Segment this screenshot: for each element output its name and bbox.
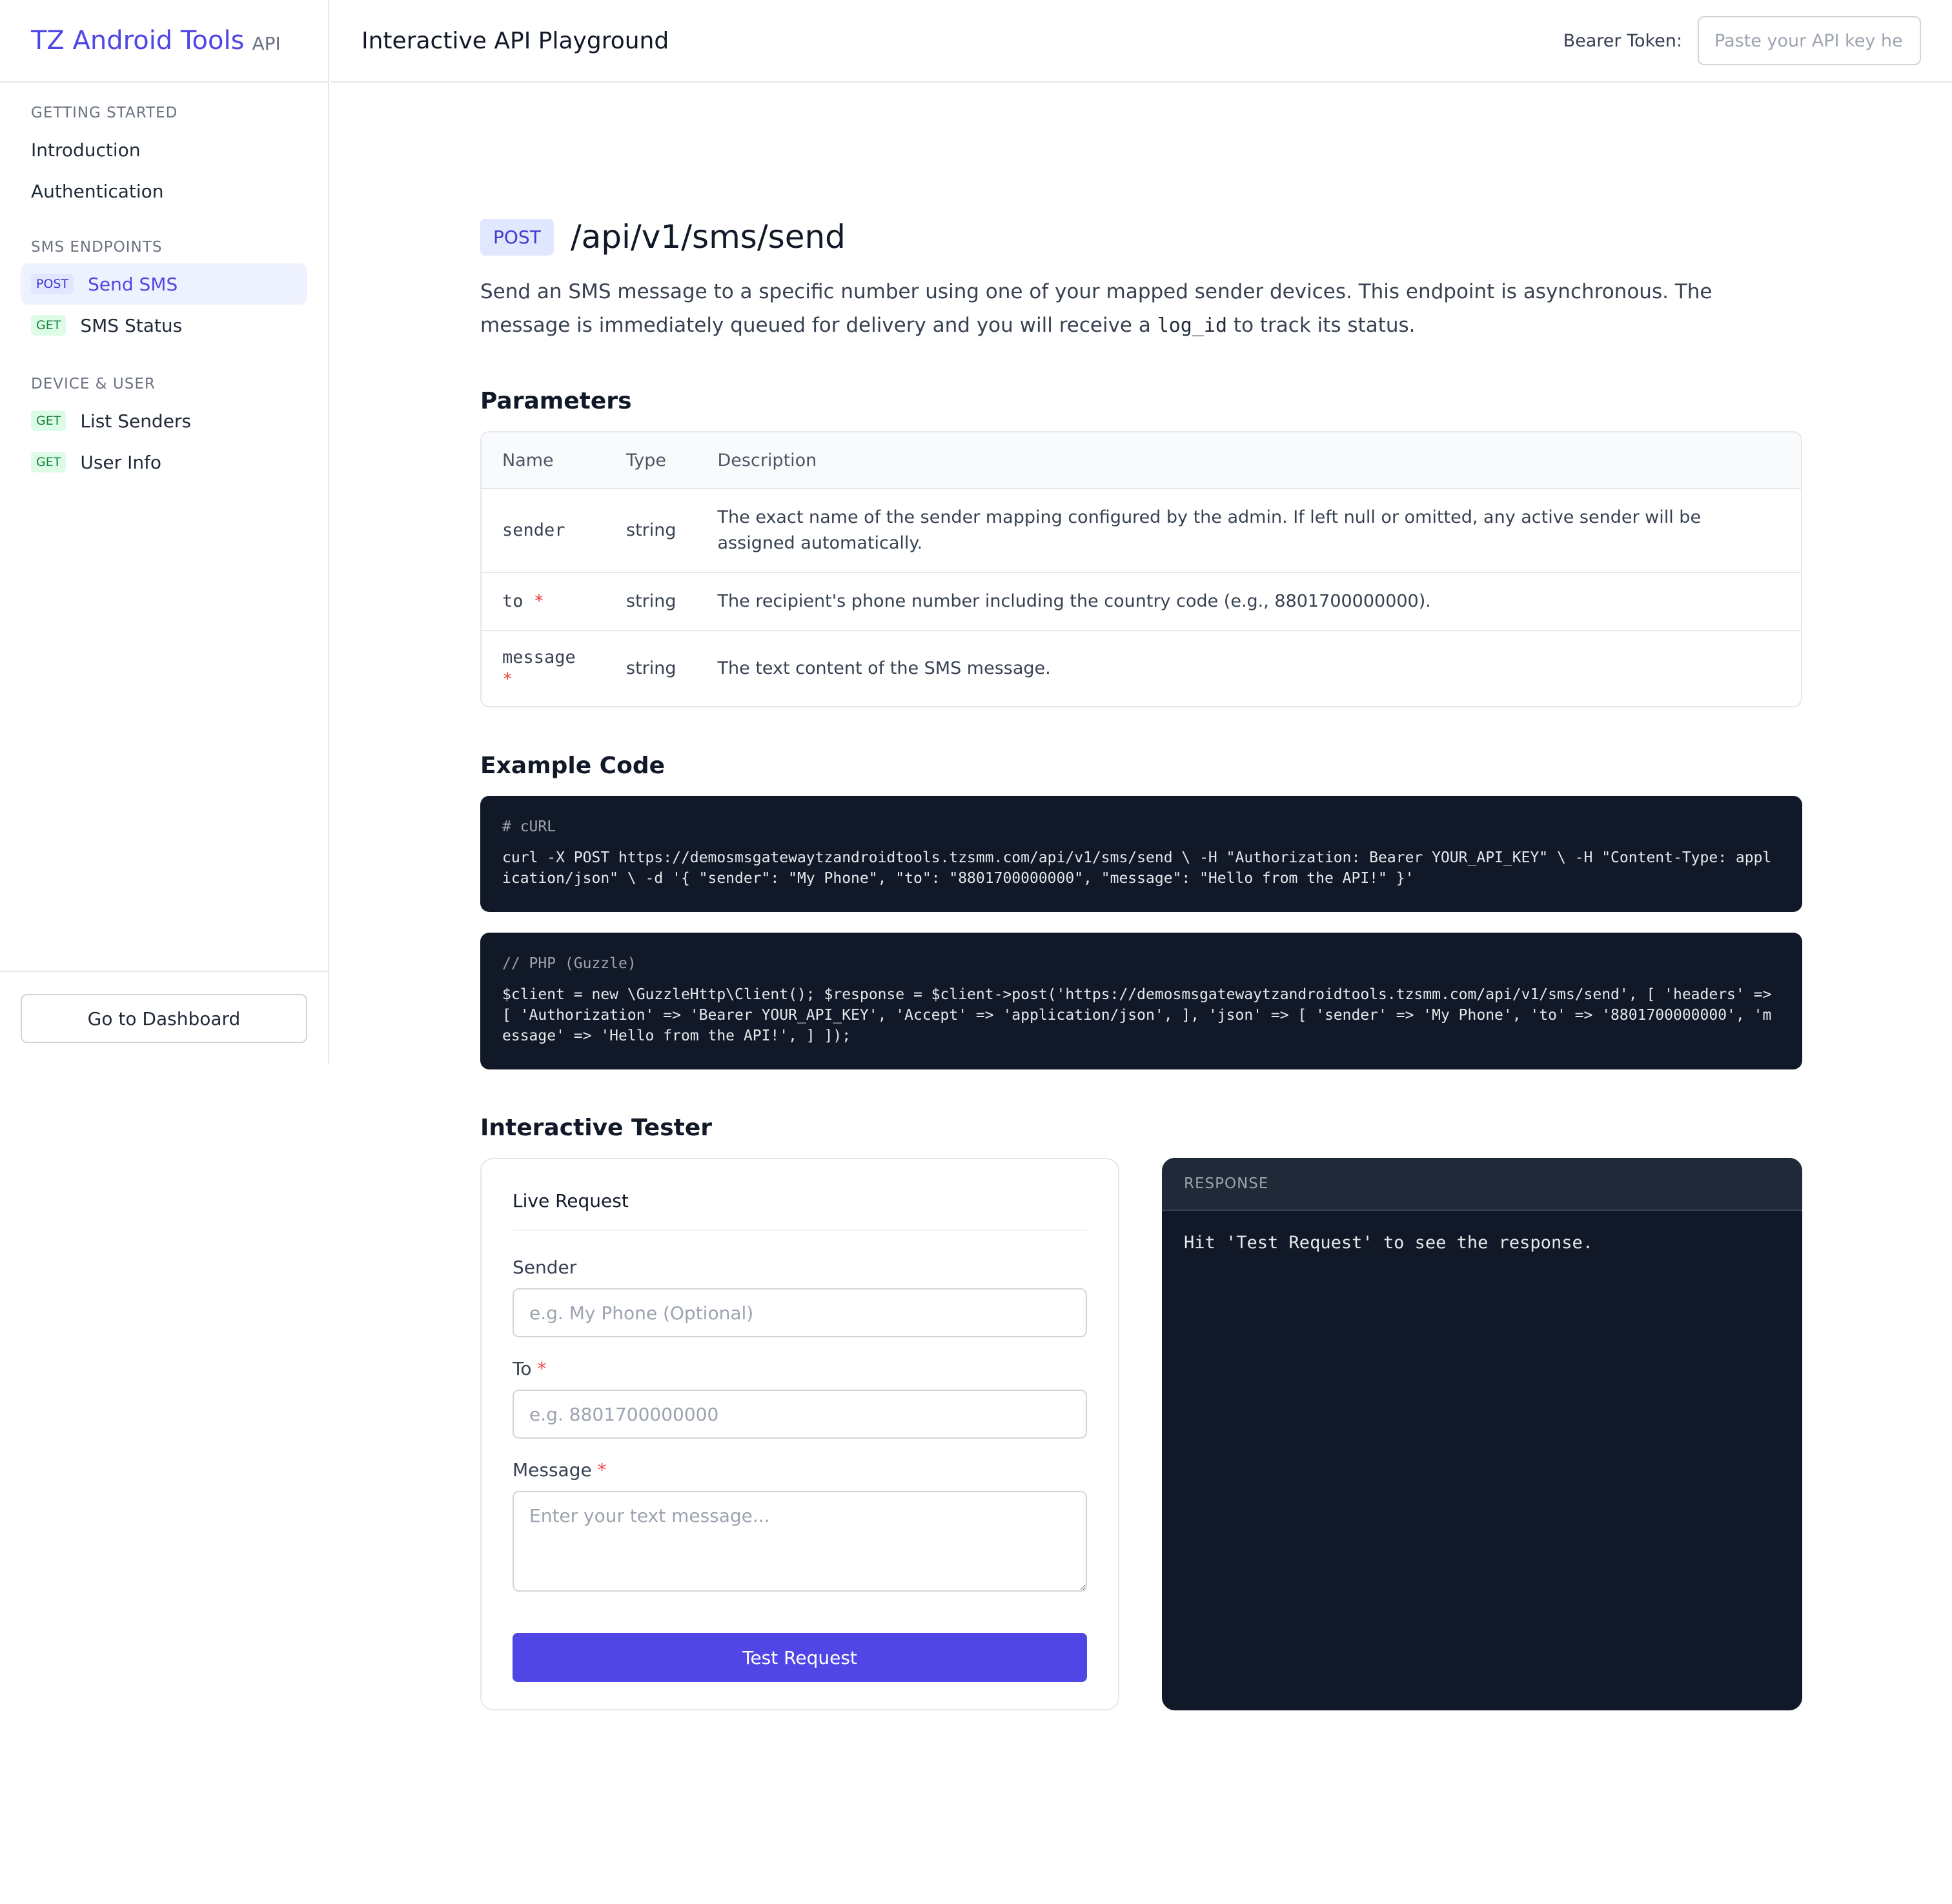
php-code-block: // PHP (Guzzle) $client = new \GuzzleHtt… xyxy=(480,933,1802,1069)
param-description: The text content of the SMS message. xyxy=(717,658,1051,678)
interactive-tester: Live Request Sender To * Message * Test … xyxy=(480,1158,1802,1710)
param-description: The recipient's phone number including t… xyxy=(696,573,1801,631)
param-name-text: to xyxy=(502,591,524,611)
parameters-heading: Parameters xyxy=(480,388,632,414)
sidebar-item-label: SMS Status xyxy=(80,314,183,336)
brand-suffix: API xyxy=(252,32,281,54)
table-row: message * string The text content of the … xyxy=(482,631,1801,706)
code-body: $client = new \GuzzleHttp\Client(); $res… xyxy=(502,986,1772,1044)
endpoint-method-badge: POST xyxy=(480,218,554,256)
message-label-text: Message xyxy=(513,1459,592,1481)
param-name: message * xyxy=(482,631,605,706)
section-title-device-user: DEVICE & USER xyxy=(31,376,156,392)
sidebar-item-label: Authentication xyxy=(31,180,164,202)
curl-code-block: # cURL curl -X POST https://demosmsgatew… xyxy=(480,796,1802,912)
section-title-sms-endpoints: SMS ENDPOINTS xyxy=(31,239,163,256)
main-content: POST /api/v1/sms/send Send an SMS messag… xyxy=(480,218,1802,1710)
param-type: string xyxy=(605,489,697,573)
brand: TZ Android Tools API xyxy=(0,0,328,83)
description-code: log_id xyxy=(1157,314,1228,337)
param-type: string xyxy=(605,573,697,631)
example-code-heading: Example Code xyxy=(480,753,666,779)
brand-name[interactable]: TZ Android Tools xyxy=(31,26,244,56)
sender-label: Sender xyxy=(513,1257,577,1278)
required-marker: * xyxy=(537,1358,547,1379)
endpoint-description: Send an SMS message to a specific number… xyxy=(480,275,1802,343)
sidebar-item-authentication[interactable]: Authentication xyxy=(21,170,307,212)
column-header-type: Type xyxy=(605,432,697,489)
sidebar-item-label: Send SMS xyxy=(88,273,178,295)
method-badge-get: GET xyxy=(31,315,66,336)
sidebar-item-label: Introduction xyxy=(31,139,141,161)
response-body: Hit 'Test Request' to see the response. xyxy=(1184,1233,1593,1253)
required-marker: * xyxy=(597,1459,607,1481)
message-label: Message * xyxy=(513,1459,1087,1481)
column-header-name: Name xyxy=(482,432,605,489)
to-label-text: To xyxy=(513,1358,532,1379)
sidebar: TZ Android Tools API GETTING STARTED Int… xyxy=(0,0,329,1064)
param-description: The exact name of the sender mapping con… xyxy=(696,489,1801,573)
to-input[interactable] xyxy=(513,1390,1087,1439)
sidebar-item-introduction[interactable]: Introduction xyxy=(21,129,307,170)
interactive-tester-heading: Interactive Tester xyxy=(480,1115,712,1141)
code-comment: // PHP (Guzzle) xyxy=(502,955,636,972)
sidebar-item-label: User Info xyxy=(80,451,162,473)
endpoint-path: /api/v1/sms/send xyxy=(570,218,846,256)
section-title-getting-started: GETTING STARTED xyxy=(31,105,178,121)
go-to-dashboard-button[interactable]: Go to Dashboard xyxy=(21,994,307,1043)
live-request-card: Live Request Sender To * Message * Test … xyxy=(480,1158,1119,1710)
to-label: To * xyxy=(513,1358,1087,1379)
sidebar-item-user-info[interactable]: GET User Info xyxy=(21,441,307,483)
bearer-token-label: Bearer Token: xyxy=(1563,30,1682,51)
test-request-button[interactable]: Test Request xyxy=(513,1633,1087,1682)
response-panel: RESPONSE Hit 'Test Request' to see the r… xyxy=(1162,1158,1802,1710)
param-type: string xyxy=(626,658,676,678)
endpoint-header: POST /api/v1/sms/send xyxy=(480,218,1802,256)
required-marker: * xyxy=(533,591,545,611)
sidebar-nav: GETTING STARTED Introduction Authenticat… xyxy=(0,105,328,483)
param-name-text: sender xyxy=(502,520,565,540)
method-badge-get: GET xyxy=(31,410,66,431)
sidebar-item-list-senders[interactable]: GET List Senders xyxy=(21,400,307,441)
param-name: sender xyxy=(482,489,605,573)
param-name: to * xyxy=(482,573,605,631)
sidebar-footer: Go to Dashboard xyxy=(0,971,328,1064)
response-header: RESPONSE xyxy=(1162,1158,1802,1211)
description-text-end: to track its status. xyxy=(1227,314,1416,337)
method-badge-get: GET xyxy=(31,452,66,472)
description-text: Send an SMS message to a specific number… xyxy=(480,280,1713,337)
sidebar-item-send-sms[interactable]: POST Send SMS xyxy=(21,263,307,305)
page-title: Interactive API Playground xyxy=(361,27,669,54)
sidebar-item-sms-status[interactable]: GET SMS Status xyxy=(21,305,307,346)
required-marker: * xyxy=(502,669,513,689)
sidebar-item-label: List Senders xyxy=(80,410,192,432)
sender-input[interactable] xyxy=(513,1288,1087,1337)
param-name-text: message xyxy=(502,647,576,667)
top-header: Interactive API Playground Bearer Token: xyxy=(330,0,1952,83)
table-header-row: Name Type Description xyxy=(482,432,1801,489)
table-row: sender string The exact name of the send… xyxy=(482,489,1801,573)
table-row: to * string The recipient's phone number… xyxy=(482,573,1801,631)
parameters-table: Name Type Description sender string The … xyxy=(480,431,1802,707)
code-body: curl -X POST https://demosmsgatewaytzand… xyxy=(502,849,1772,887)
code-comment: # cURL xyxy=(502,818,556,835)
bearer-token-input[interactable] xyxy=(1698,16,1921,65)
method-badge-post: POST xyxy=(31,274,74,294)
message-textarea[interactable] xyxy=(513,1491,1087,1592)
live-request-title: Live Request xyxy=(513,1190,1087,1231)
column-header-description: Description xyxy=(696,432,1801,489)
